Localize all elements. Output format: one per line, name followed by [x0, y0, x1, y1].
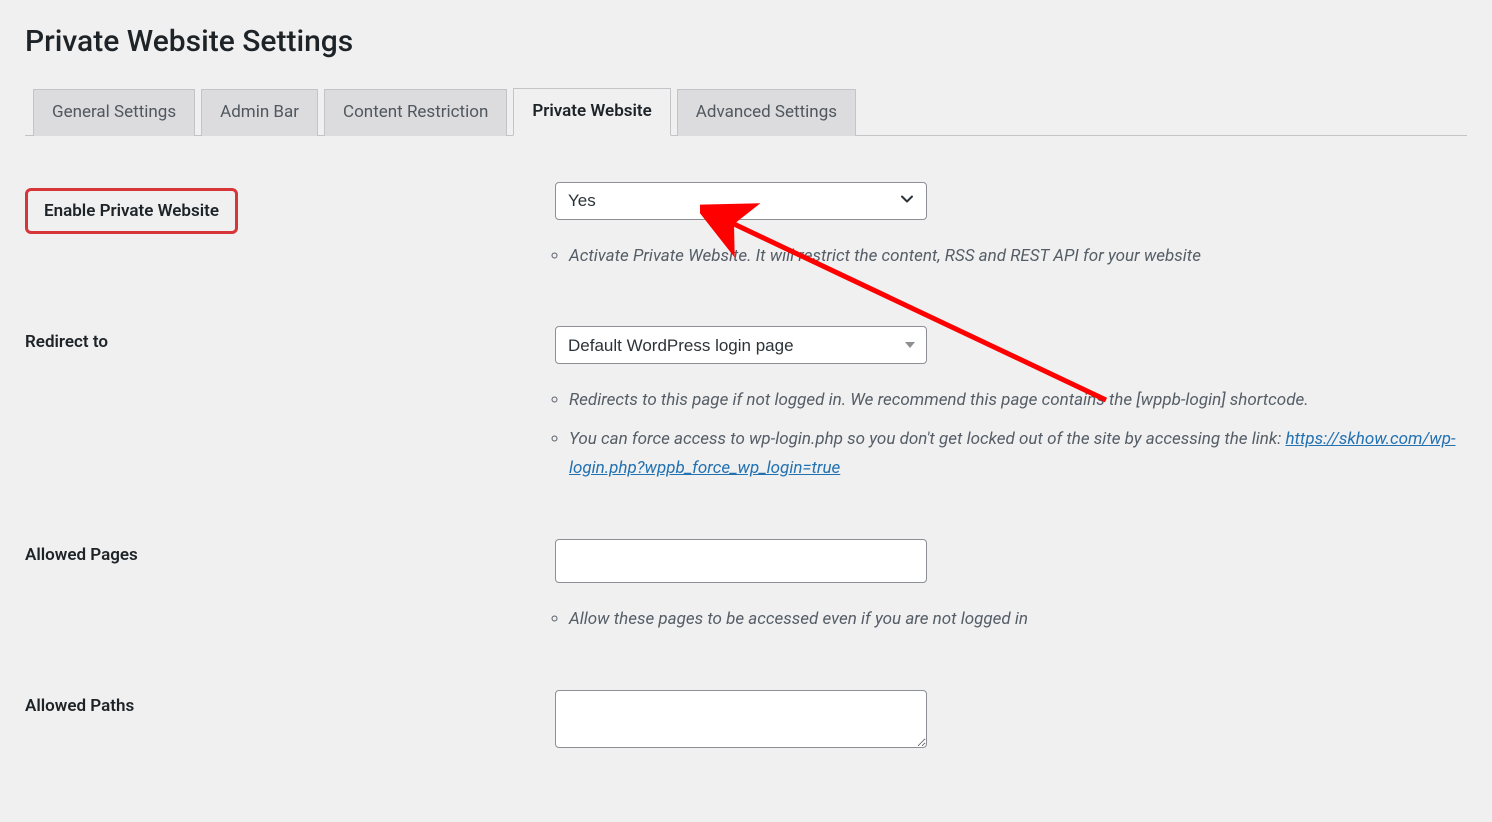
redirect-to-description-2-text: You can force access to wp-login.php so … — [569, 429, 1285, 449]
redirect-to-select[interactable]: Default WordPress login page — [555, 326, 927, 364]
allowed-pages-label: Allowed Pages — [25, 523, 555, 674]
settings-wrap: Private Website Settings General Setting… — [0, 0, 1492, 822]
allowed-paths-label: Allowed Paths — [25, 674, 555, 782]
tab-admin-bar[interactable]: Admin Bar — [201, 89, 318, 136]
enable-private-website-description: Activate Private Website. It will restri… — [569, 242, 1457, 271]
tab-content-restriction[interactable]: Content Restriction — [324, 89, 507, 136]
redirect-to-description-1: Redirects to this page if not logged in.… — [569, 386, 1457, 415]
tab-advanced-settings[interactable]: Advanced Settings — [677, 89, 856, 136]
redirect-to-label: Redirect to — [25, 310, 555, 523]
allowed-pages-input[interactable] — [555, 539, 927, 583]
tab-general-settings[interactable]: General Settings — [33, 89, 195, 136]
settings-tabs: General Settings Admin Bar Content Restr… — [25, 87, 1467, 136]
redirect-to-description-2: You can force access to wp-login.php so … — [569, 425, 1457, 483]
tab-private-website[interactable]: Private Website — [513, 88, 670, 136]
settings-form-table: Enable Private Website Yes Activate Priv… — [25, 166, 1467, 782]
page-title: Private Website Settings — [25, 24, 1467, 59]
enable-private-website-select[interactable]: Yes — [555, 182, 927, 220]
enable-private-website-label: Enable Private Website — [25, 188, 238, 234]
allowed-pages-description: Allow these pages to be accessed even if… — [569, 605, 1457, 634]
allowed-paths-textarea[interactable] — [555, 690, 927, 748]
